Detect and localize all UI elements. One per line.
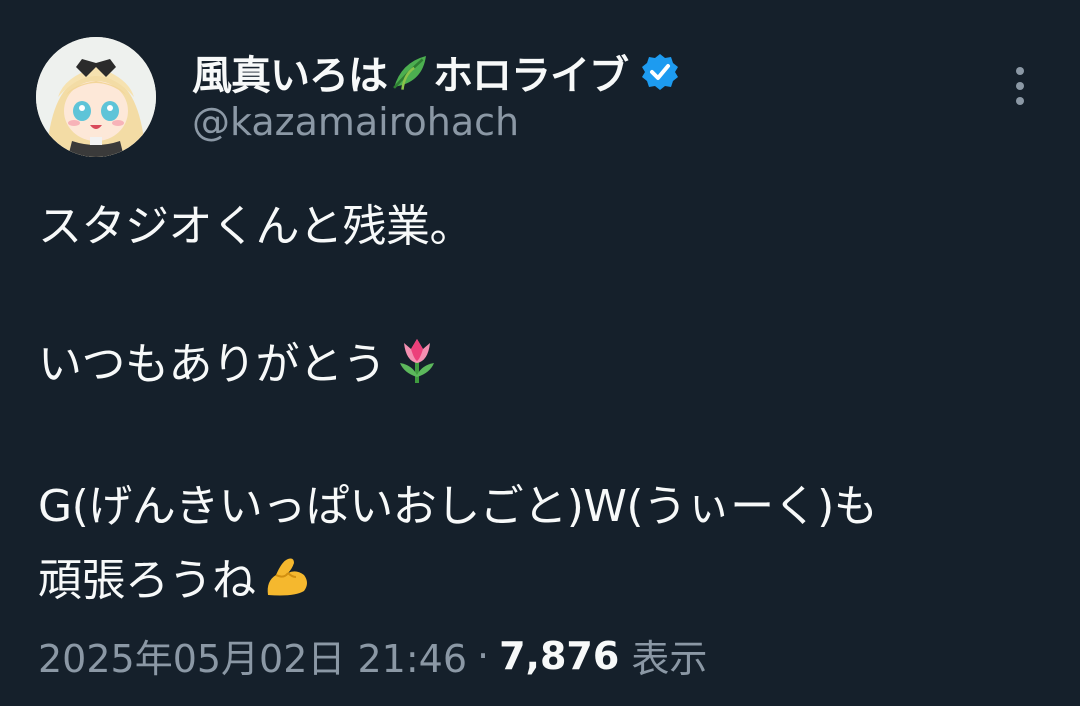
more-dot [1016, 82, 1024, 90]
tweet-text-line-3: G(げんきいっぱいおしごと)W(うぃーく)も [38, 481, 878, 532]
tulip-emoji-icon [400, 339, 434, 383]
author-display-name-suffix[interactable]: ホロライブ [433, 43, 629, 101]
tweet-text-line-1: スタジオくんと残業。 [38, 201, 474, 252]
leaf-emoji-icon [393, 56, 426, 90]
meta-separator: · [477, 633, 490, 678]
author-handle[interactable]: @kazamairohach [192, 100, 519, 144]
views-count: 7,876 [499, 633, 620, 678]
author-name-row[interactable]: 風真いろは ホロライブ [192, 44, 680, 100]
tweet-text-line-2: いつもありがとう [38, 339, 387, 390]
tweet-text-line: いつもありがとう [38, 328, 442, 392]
author-display-name[interactable]: 風真いろは [192, 43, 388, 101]
more-dot [1016, 67, 1024, 75]
tweet-text-line: G(げんきいっぱいおしごと)W(うぃーく)も [38, 470, 878, 534]
views-label: 表示 [631, 637, 708, 681]
avatar[interactable] [36, 37, 156, 157]
tweet-detail: 風真いろは ホロライブ @kazamairohach スタジオくんと残業。 いつ… [0, 0, 1080, 706]
tweet-text-line: 頑張ろうね [38, 544, 312, 608]
more-dot [1016, 97, 1024, 105]
tweet-text-line: スタジオくんと残業。 [38, 190, 474, 254]
tweet-meta: 2025年05月02日 21:46 · 7,876 表示 [38, 628, 707, 683]
avatar-illustration [36, 37, 156, 157]
flexed-biceps-emoji-icon [267, 558, 307, 596]
verified-badge-icon [642, 54, 678, 90]
more-options-icon[interactable] [1002, 62, 1038, 110]
tweet-text-line-4: 頑張ろうね [38, 555, 256, 606]
tweet-datetime[interactable]: 2025年05月02日 21:46 [38, 628, 467, 683]
